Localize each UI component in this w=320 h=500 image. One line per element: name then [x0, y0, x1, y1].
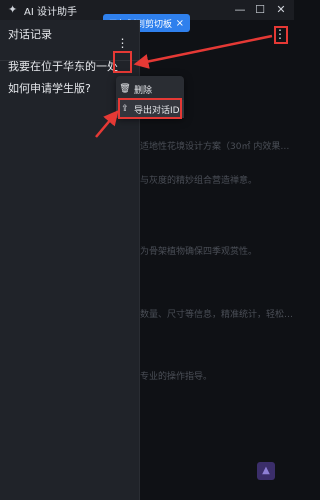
background-text-4: 数量、尺寸等信息，精准统计，轻松…	[140, 310, 294, 320]
menu-item-delete-label: 删除	[134, 85, 153, 96]
arrow-to-menu-button	[133, 34, 273, 69]
send-icon[interactable]: ▲	[257, 462, 275, 480]
window-title: AI 设计助手	[24, 7, 77, 18]
menu-item-delete[interactable]: 🗑 删除	[116, 80, 184, 98]
sidebar-title: 对话记录	[8, 28, 52, 41]
background-text-5: 专业的操作指导。	[140, 372, 213, 382]
minimize-icon[interactable]: —	[232, 2, 248, 18]
highlight-box	[118, 98, 182, 119]
background-text-1: 适地性花境设计方案（30㎡ 内效果…	[140, 142, 290, 152]
background-text-2: 与灰度的精妙组合营造禅意。	[140, 176, 258, 186]
app-logo-icon: ✦	[8, 3, 18, 16]
background-text-3: 为骨架植物确保四季观赏性。	[140, 247, 258, 257]
trash-icon: 🗑	[119, 84, 131, 94]
highlight-box	[274, 26, 288, 44]
toast-close-icon[interactable]: ×	[176, 18, 184, 29]
highlight-box	[113, 51, 132, 73]
close-icon[interactable]: ✕	[273, 2, 289, 18]
maximize-icon[interactable]: ☐	[252, 2, 268, 18]
conversation-more-icon[interactable]: ⋮	[115, 35, 130, 51]
conversation-item-2[interactable]: 如何申请学生版?	[8, 80, 91, 96]
conversation-item-1[interactable]: 我要在位于华东的一处	[8, 58, 118, 74]
